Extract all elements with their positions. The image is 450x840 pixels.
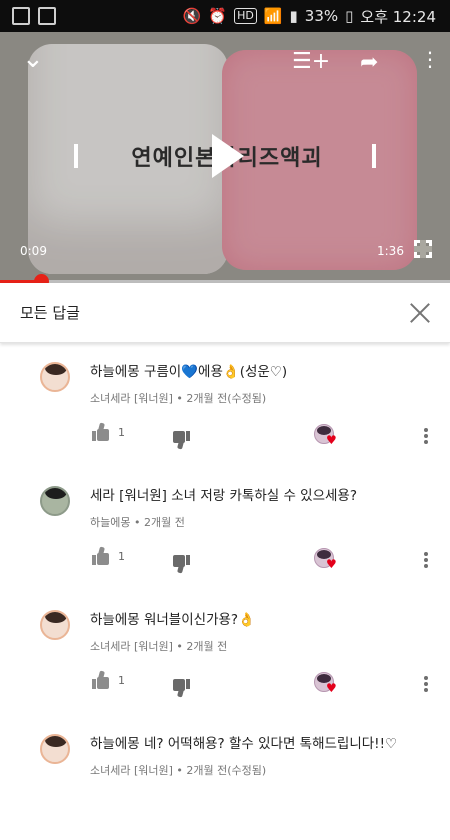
like-count: 1 [118,550,125,563]
like-count: 1 [118,674,125,687]
more-options-icon[interactable]: ⋮ [420,46,440,72]
creator-heart-icon: ♥ [326,433,337,447]
like-icon[interactable] [92,670,110,689]
creator-heart-icon: ♥ [326,681,337,695]
replies-title: 모든 답글 [20,304,80,322]
like-count: 1 [118,426,125,439]
recycle-icon [38,7,56,25]
alarm-icon: ⏰ [208,7,228,25]
fullscreen-icon[interactable] [414,240,432,258]
comment-menu-icon[interactable] [424,428,428,444]
duration-time: 1:36 [377,244,404,258]
like-icon[interactable] [92,422,110,441]
status-bar: 🔇 ⏰ HD 📶 ▮ 33% ▯ 오후 12:24 [0,0,450,32]
comment-meta: 소녀세라 [워너원] • 2개월 전(수정됨) [90,764,267,777]
mute-icon: 🔇 [182,7,202,25]
comment-text: 하늘에몽 네? 어떡해용? 할수 있다면 톡해드립니다!!♡ [90,736,398,752]
comment-text: 하늘에몽 워너블이신가용?👌 [90,612,255,628]
comment-meta: 소녀세라 [워너원] • 2개월 전 [90,640,228,653]
wifi-icon: 📶 [263,7,283,25]
add-to-playlist-icon[interactable]: ☰+ [292,49,330,75]
comment-meta: 소녀세라 [워너원] • 2개월 전(수정됨) [90,392,267,405]
battery-icon: ▯ [345,7,354,25]
avatar[interactable] [40,362,70,392]
play-icon[interactable] [212,134,244,178]
next-icon[interactable] [372,144,376,168]
previous-icon[interactable] [74,144,78,168]
comment-item: 하늘에몽 네? 어떡해용? 할수 있다면 톡해드립니다!!♡ 소녀세라 [워너원… [0,716,450,840]
signal-icon: ▮ [289,7,298,25]
comment-item: 하늘에몽 워너블이신가용?👌 소녀세라 [워너원] • 2개월 전 1 ♥ [0,592,450,716]
share-icon[interactable]: ➦ [360,50,378,76]
battery-percent: 33% [304,7,339,25]
close-icon[interactable] [410,303,430,323]
creator-heart-icon: ♥ [326,557,337,571]
hd-icon: HD [234,8,257,24]
replies-header: 모든 답글 [0,283,450,343]
comment-text: 하늘에몽 구름이💙에용👌(성운♡) [90,364,288,380]
comment-item: 하늘에몽 구름이💙에용👌(성운♡) 소녀세라 [워너원] • 2개월 전(수정됨… [0,344,450,468]
avatar[interactable] [40,486,70,516]
dislike-icon[interactable] [172,431,190,450]
like-icon[interactable] [92,546,110,565]
gallery-icon [12,7,30,25]
comment-meta: 하늘에몽 • 2개월 전 [90,516,185,529]
collapse-chevron-icon[interactable]: ⌄ [22,46,44,72]
video-player[interactable]: ⌄ ☰+ ➦ ⋮ 연예인본좌리즈액괴 0:09 1:36 [0,32,450,282]
avatar[interactable] [40,734,70,764]
avatar[interactable] [40,610,70,640]
elapsed-time: 0:09 [20,244,47,258]
comment-text: 세라 [워너원] 소녀 저랑 카톡하실 수 있으세용? [90,488,358,504]
comment-item: 세라 [워너원] 소녀 저랑 카톡하실 수 있으세용? 하늘에몽 • 2개월 전… [0,468,450,592]
dislike-icon[interactable] [172,679,190,698]
comment-list: 하늘에몽 구름이💙에용👌(성운♡) 소녀세라 [워너원] • 2개월 전(수정됨… [0,344,450,840]
comment-menu-icon[interactable] [424,676,428,692]
clock: 오후 12:24 [360,7,436,26]
dislike-icon[interactable] [172,555,190,574]
comment-menu-icon[interactable] [424,552,428,568]
